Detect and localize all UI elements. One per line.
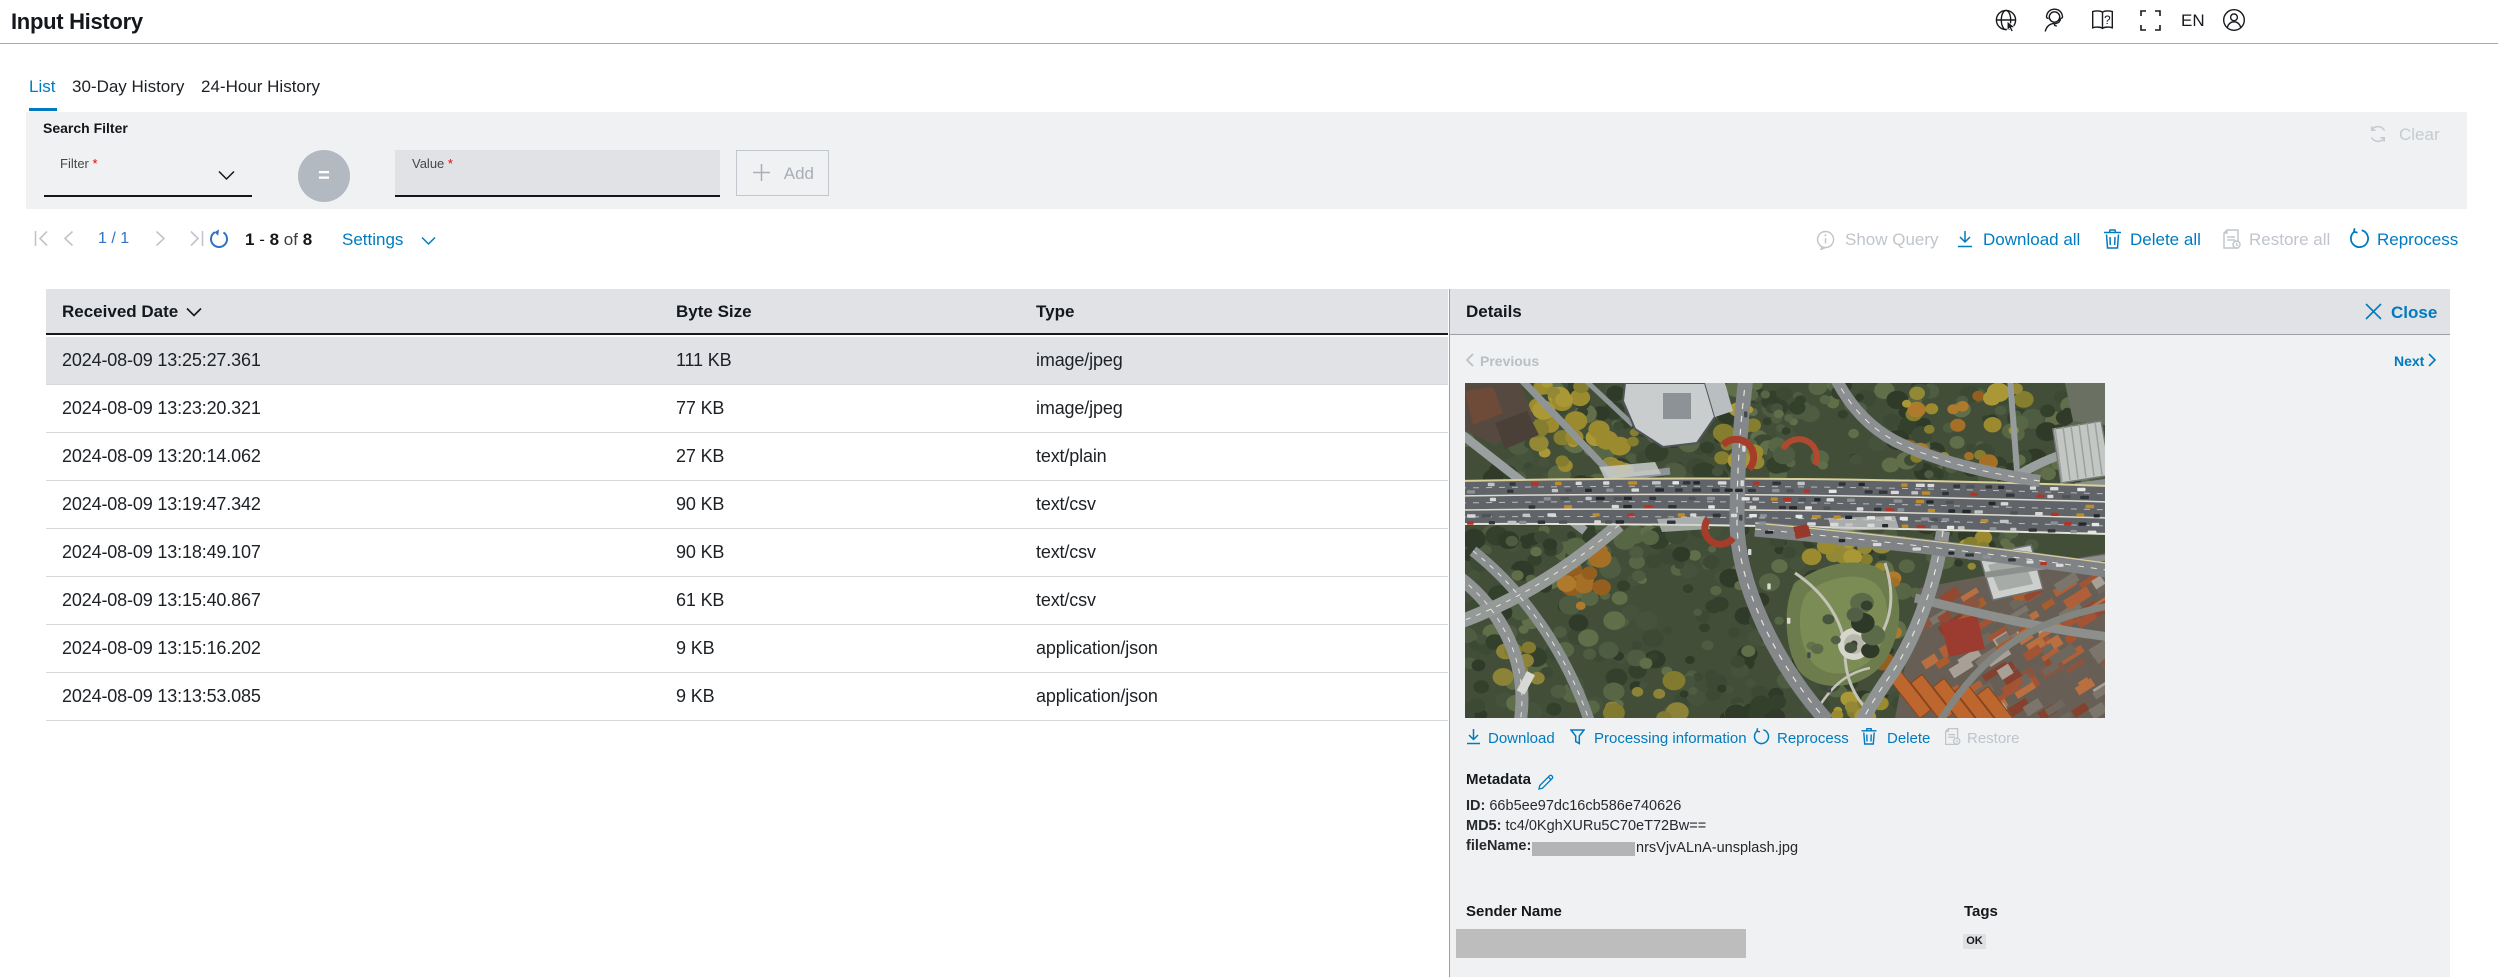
svg-text:?: ? (2104, 13, 2111, 27)
